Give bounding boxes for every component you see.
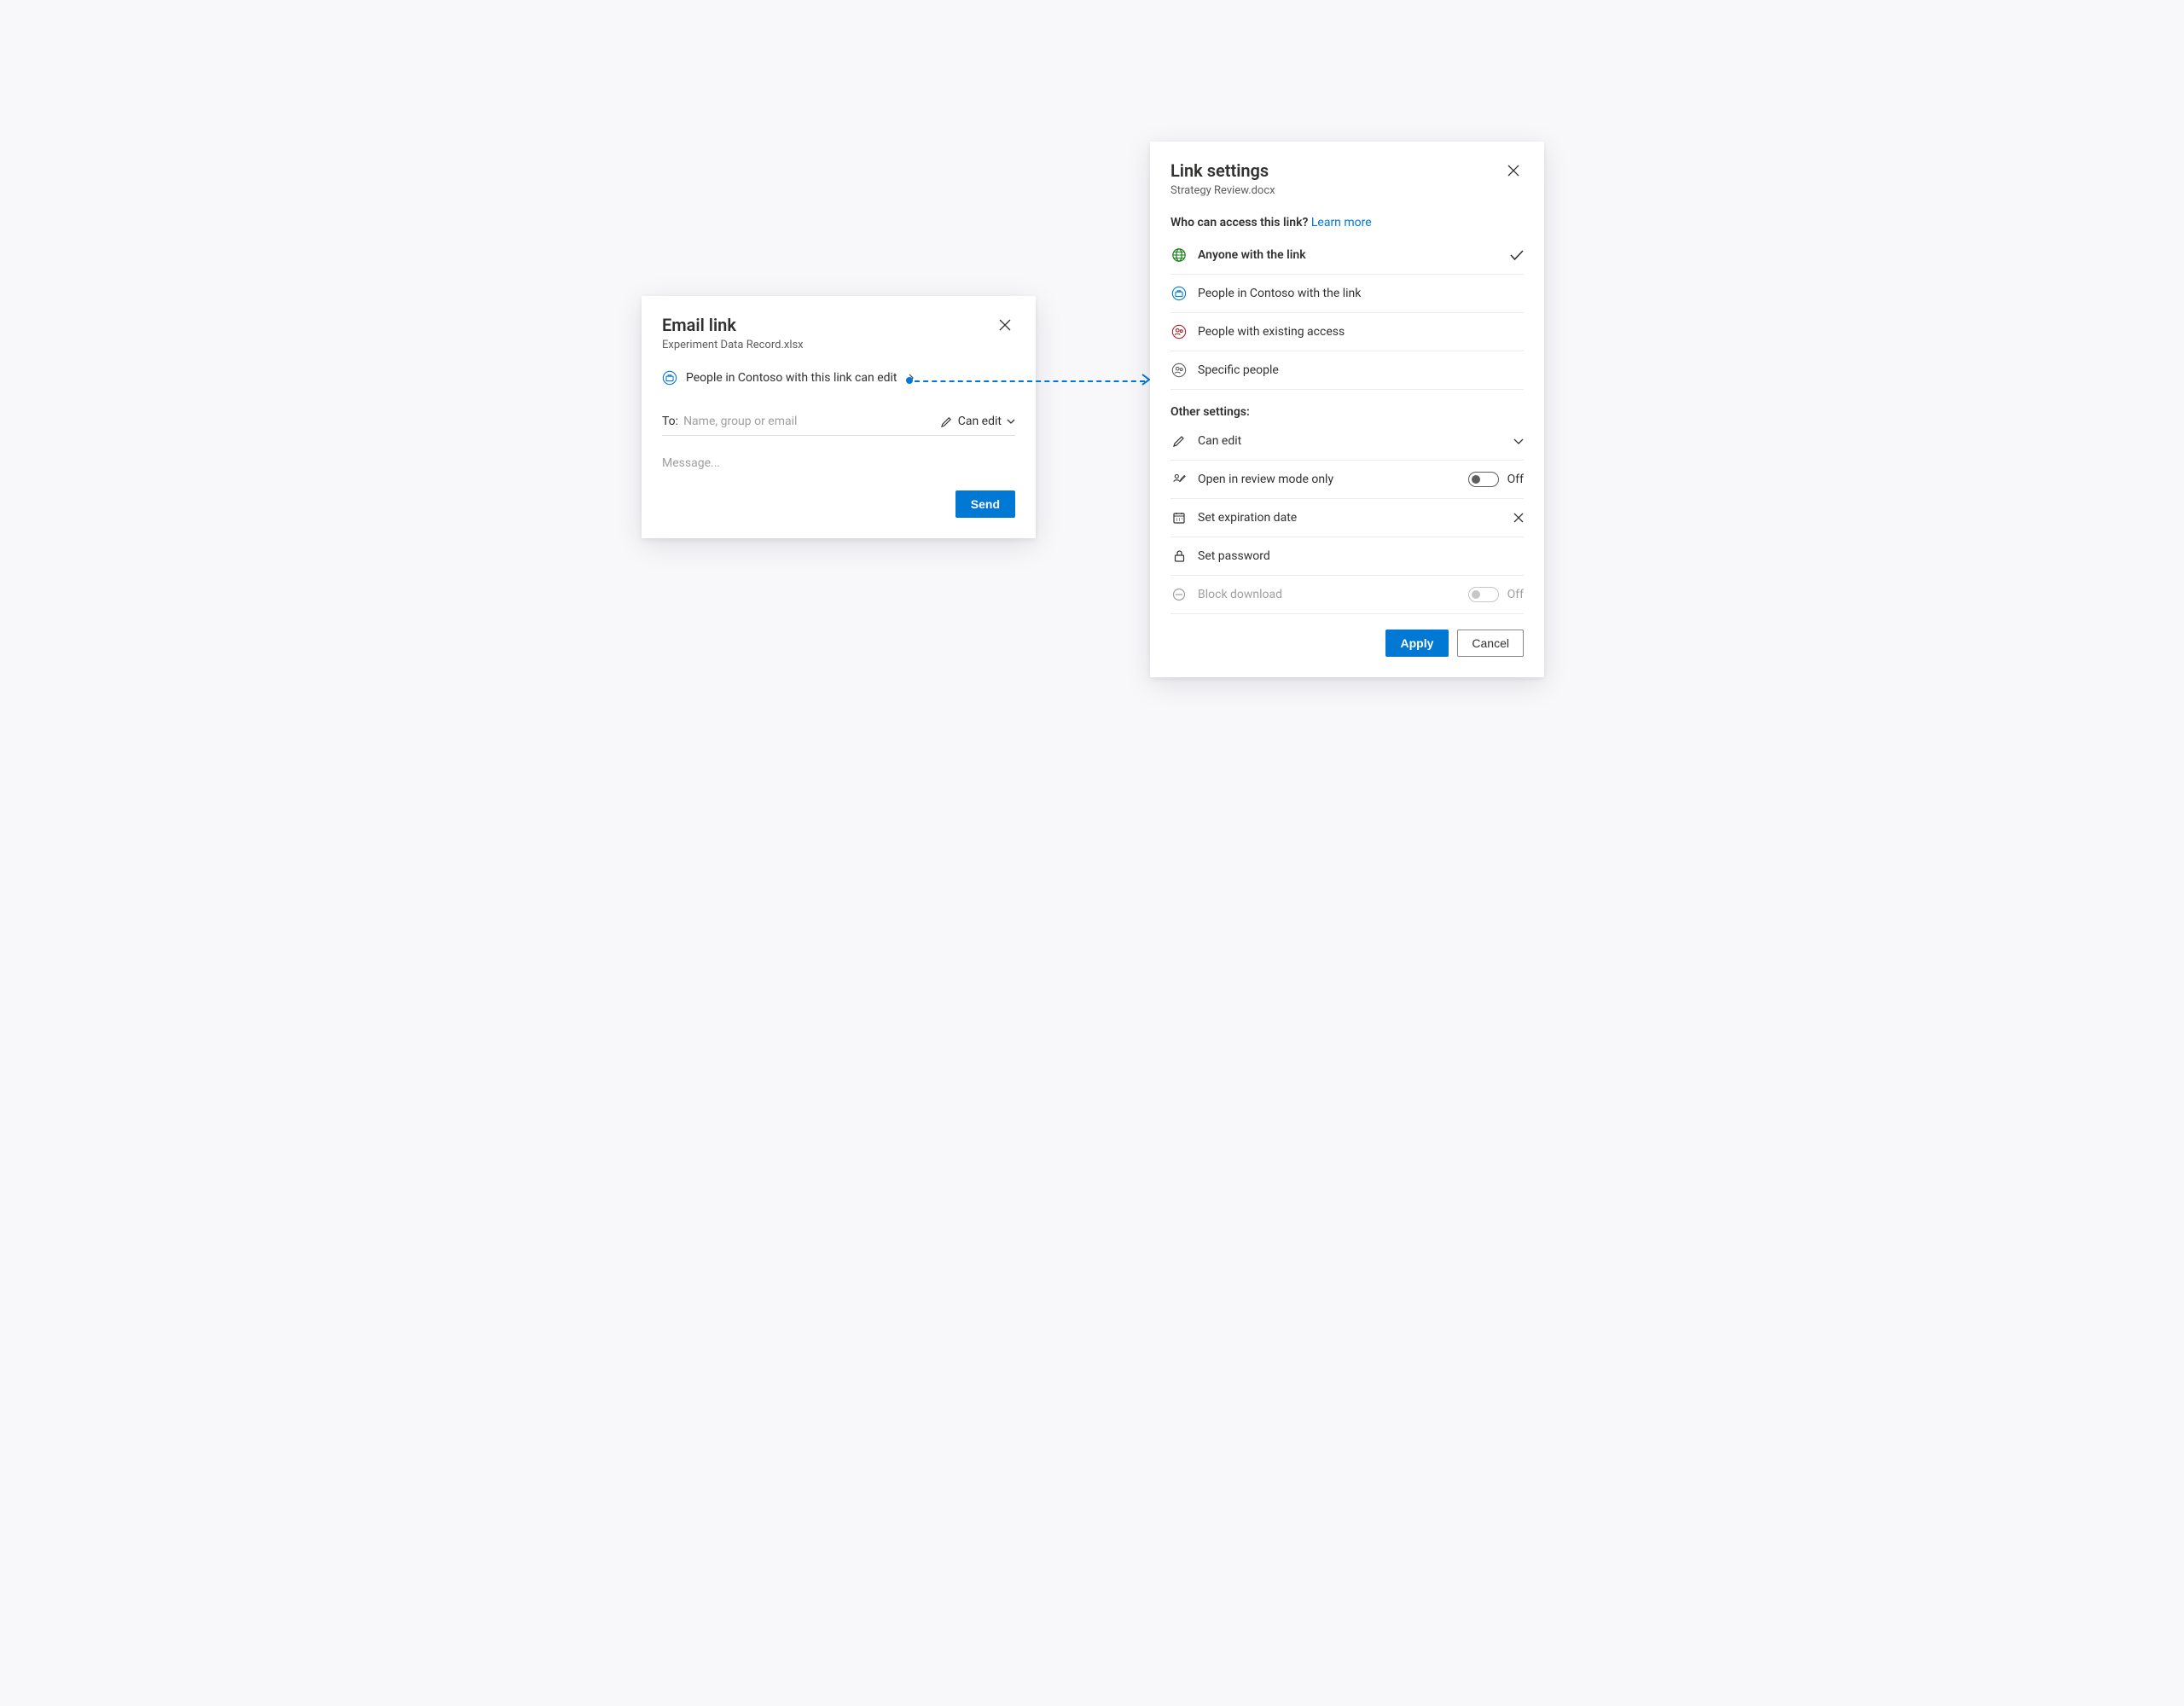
chevron-down-icon	[1007, 418, 1015, 425]
block-download-label: Block download	[1198, 588, 1468, 601]
other-can-edit[interactable]: Can edit	[1170, 422, 1524, 461]
chevron-down-icon	[1513, 438, 1524, 445]
access-heading-text: Who can access this link?	[1170, 216, 1308, 229]
block-download-toggle	[1468, 587, 1499, 602]
option-anyone[interactable]: Anyone with the link	[1170, 236, 1524, 275]
message-field[interactable]: Message...	[642, 436, 1036, 470]
email-dialog-title: Email link	[662, 315, 736, 335]
permission-dropdown[interactable]: Can edit	[940, 415, 1015, 428]
checkmark-icon	[1510, 249, 1524, 261]
pencil-icon	[940, 415, 953, 428]
other-heading: Other settings:	[1150, 405, 1544, 422]
to-placeholder: Name, group or email	[683, 415, 940, 428]
settings-dialog-title: Link settings	[1170, 160, 1269, 181]
people-icon	[1170, 323, 1188, 340]
option-label: People in Contoso with the link	[1198, 287, 1524, 300]
option-label: People with existing access	[1198, 325, 1524, 339]
option-specific[interactable]: Specific people	[1170, 351, 1524, 390]
block-icon	[1170, 586, 1188, 603]
option-label: Anyone with the link	[1198, 248, 1510, 262]
email-filename: Experiment Data Record.xlsx	[642, 339, 1036, 362]
option-label: Specific people	[1198, 363, 1524, 377]
message-placeholder: Message...	[662, 456, 720, 470]
link-settings-dialog: Link settings Strategy Review.docx Who c…	[1150, 142, 1544, 677]
connector-dot	[906, 377, 913, 384]
link-scope-label: People in Contoso with this link can edi…	[686, 371, 897, 385]
option-org[interactable]: People in Contoso with the link	[1170, 275, 1524, 313]
close-button[interactable]	[995, 315, 1015, 335]
review-icon	[1170, 471, 1188, 488]
review-mode-label: Open in review mode only	[1198, 473, 1468, 486]
option-existing[interactable]: People with existing access	[1170, 313, 1524, 351]
other-review-mode[interactable]: Open in review mode only Off	[1170, 461, 1524, 499]
to-field[interactable]: To: Name, group or email Can edit	[662, 415, 1015, 436]
cancel-button[interactable]: Cancel	[1457, 630, 1524, 657]
block-download-state: Off	[1507, 588, 1524, 601]
canvas: Email link Experiment Data Record.xlsx P…	[566, 0, 1618, 832]
close-icon	[1513, 513, 1524, 523]
review-mode-toggle[interactable]	[1468, 472, 1499, 487]
to-label: To:	[662, 415, 678, 428]
close-button[interactable]	[1503, 160, 1524, 181]
send-button[interactable]: Send	[956, 490, 1015, 518]
access-heading: Who can access this link? Learn more	[1150, 207, 1544, 236]
close-icon	[1507, 165, 1519, 177]
email-link-dialog: Email link Experiment Data Record.xlsx P…	[642, 296, 1036, 538]
permission-label: Can edit	[958, 415, 1002, 428]
pencil-icon	[1170, 432, 1188, 450]
globe-icon	[1170, 247, 1188, 264]
connector-line	[915, 380, 1145, 382]
briefcase-icon	[1170, 285, 1188, 302]
other-block-download: Block download Off	[1170, 576, 1524, 614]
password-label: Set password	[1198, 549, 1524, 563]
link-scope-button[interactable]: People in Contoso with this link can edi…	[642, 362, 1036, 396]
settings-filename: Strategy Review.docx	[1150, 184, 1544, 207]
can-edit-label: Can edit	[1198, 434, 1513, 448]
briefcase-icon	[662, 370, 677, 386]
clear-expiration-button[interactable]	[1513, 513, 1524, 523]
review-mode-state: Off	[1507, 473, 1524, 486]
people-icon	[1170, 362, 1188, 379]
expiration-label: Set expiration date	[1198, 511, 1513, 525]
lock-icon	[1170, 548, 1188, 565]
other-password[interactable]: Set password	[1170, 537, 1524, 576]
apply-button[interactable]: Apply	[1385, 630, 1449, 657]
other-expiration[interactable]: Set expiration date	[1170, 499, 1524, 537]
close-icon	[999, 319, 1011, 331]
learn-more-link[interactable]: Learn more	[1311, 216, 1372, 229]
calendar-icon	[1170, 509, 1188, 526]
